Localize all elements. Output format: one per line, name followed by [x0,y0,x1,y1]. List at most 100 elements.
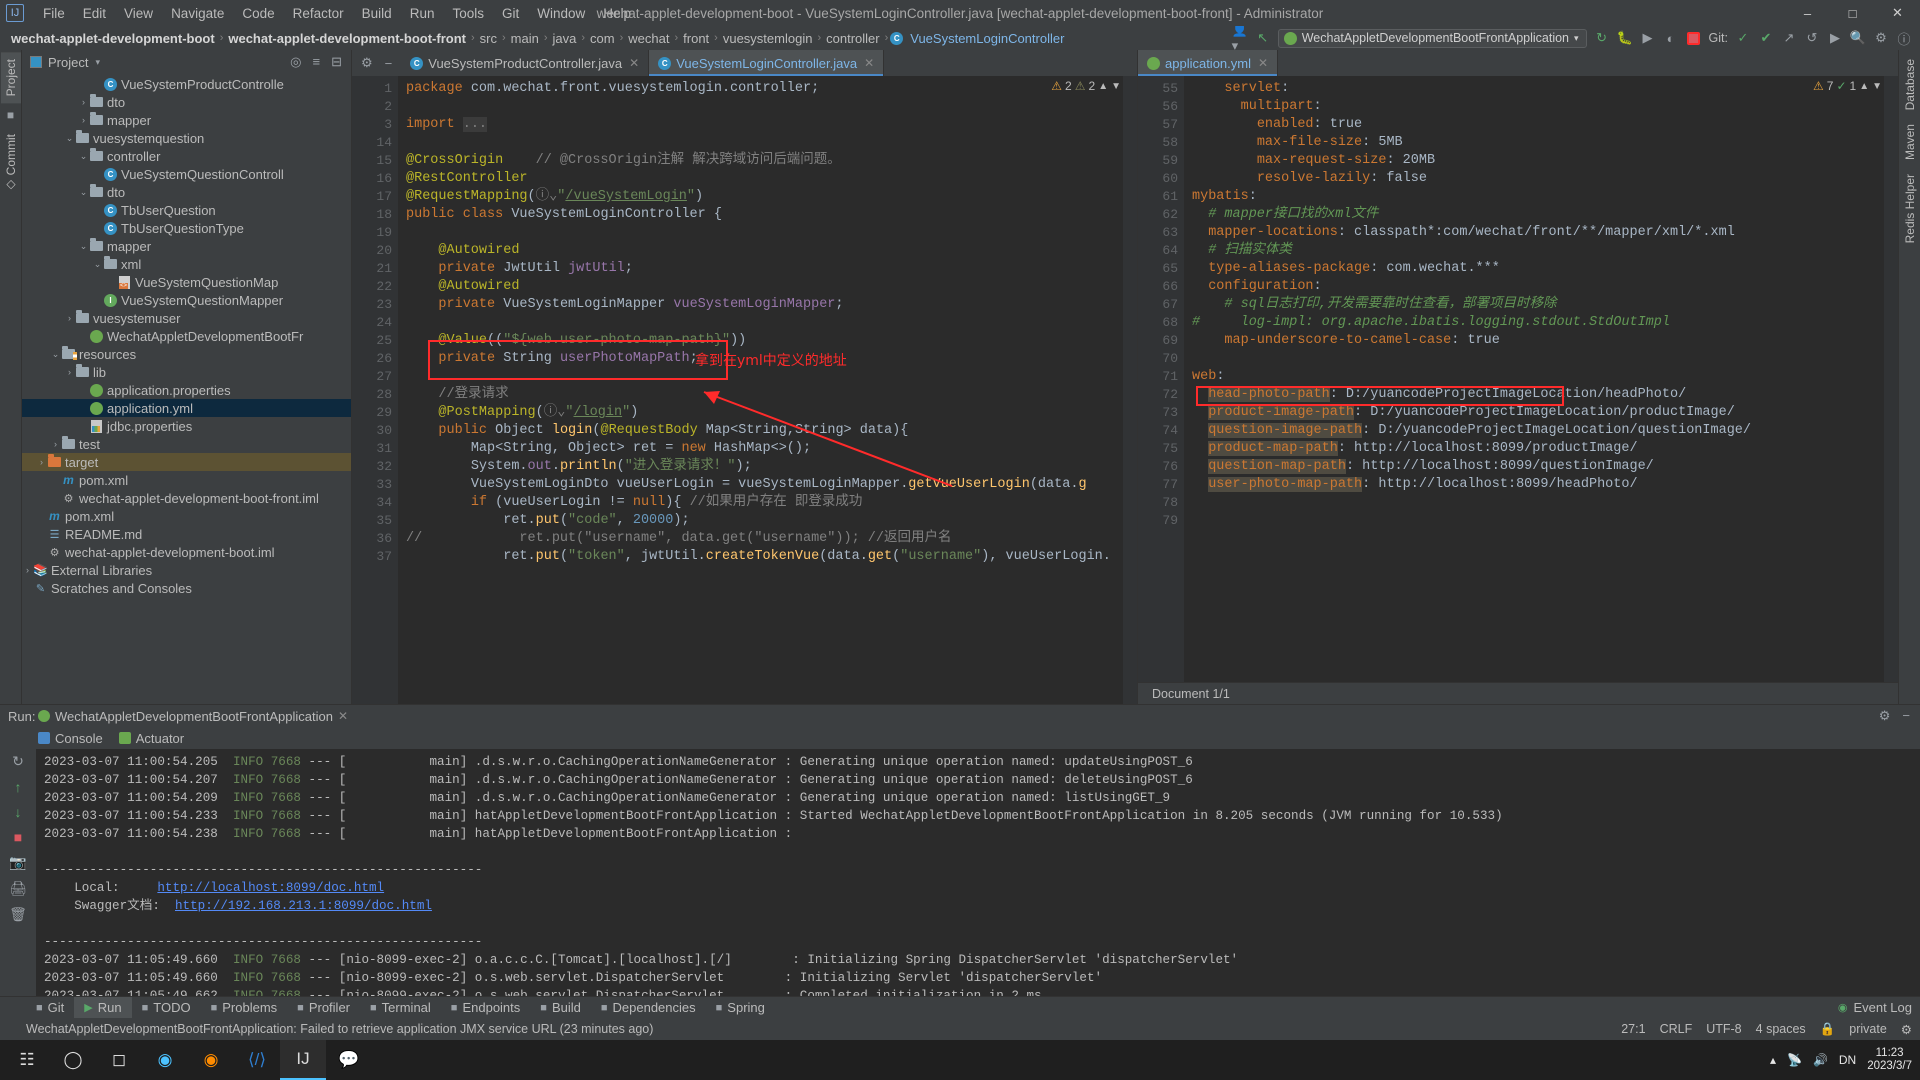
indent-setting[interactable]: 4 spaces [1756,1022,1806,1036]
minimize-button[interactable]: – [1785,0,1830,26]
expand-icon[interactable]: ⊟ [331,54,342,70]
git-push-icon[interactable]: ↗ [1781,30,1797,46]
run-configuration-selector[interactable]: WechatAppletDevelopmentBootFrontApplicat… [1277,28,1587,48]
rerun-icon[interactable]: ↻ [12,753,24,770]
tree-node[interactable]: C TbUserQuestionType [22,219,351,237]
lock-icon[interactable]: 🔒 [1820,1022,1836,1037]
volume-icon[interactable]: 🔊 [1813,1053,1828,1067]
camera-icon[interactable]: 📷 [9,854,26,871]
breadcrumb-item-front[interactable]: front [680,31,712,46]
editor-tab-vuesystemlogincontroller-java[interactable]: C VueSystemLoginController.java ✕ [649,50,885,76]
prev-problem-icon[interactable]: ▲ [1859,81,1869,92]
tree-node[interactable]: m pom.xml [22,507,351,525]
tree-expand-arrow-icon[interactable]: › [78,115,89,125]
tool-window-project[interactable]: Project [0,52,21,104]
bottom-tab-dependencies[interactable]: ■ Dependencies [591,997,706,1019]
back-arrow-icon[interactable]: ↖ [1255,30,1271,46]
bottom-tab-git[interactable]: ■ Git [26,997,74,1019]
tree-node[interactable]: ⌄ mapper [22,237,351,255]
prev-problem-icon[interactable]: ▲ [1098,81,1108,92]
tree-node[interactable]: ⚙ wechat-applet-development-boot-front.im… [22,489,351,507]
tree-node[interactable]: I VueSystemQuestionMapper [22,291,351,309]
clock[interactable]: 11:23 2023/3/7 [1867,1047,1912,1073]
menu-item-file[interactable]: File [34,3,74,24]
gear-icon[interactable]: ⚙ [1879,708,1891,724]
minimize-icon[interactable]: − [1902,708,1910,724]
tree-node[interactable]: › target [22,453,351,471]
menu-item-refactor[interactable]: Refactor [284,3,353,24]
tree-node[interactable]: m pom.xml [22,471,351,489]
menu-item-navigate[interactable]: Navigate [162,3,233,24]
tree-expand-arrow-icon[interactable]: › [78,97,89,107]
file-encoding[interactable]: UTF-8 [1706,1022,1741,1036]
breadcrumb-item-vuesystemlogincontroller[interactable]: VueSystemLoginController [907,31,1067,46]
tree-node[interactable]: C VueSystemQuestionControll [22,165,351,183]
tree-expand-arrow-icon[interactable]: ⌄ [78,151,89,162]
java-gutter[interactable]: 1 2 3 14 15 16 17 18 19 20 21 22 23 24 25 26 27 28 29 30 31 3… [352,76,398,704]
show-hidden-icon[interactable]: ▴ [1770,1053,1776,1067]
tree-node[interactable]: › 📚 External Libraries [22,561,351,579]
bottom-tab-terminal[interactable]: ■ Terminal [360,997,441,1019]
profile-icon[interactable]: 👤▾ [1232,22,1248,53]
chevron-down-icon[interactable]: ▾ [95,57,100,68]
run-panel-config[interactable]: WechatAppletDevelopmentBootFrontApplicat… [38,709,348,724]
tree-expand-arrow-icon[interactable]: › [22,565,33,575]
clear-all-icon[interactable]: 🗑 [9,906,27,923]
next-problem-icon[interactable]: ▼ [1872,81,1882,92]
close-icon[interactable]: ✕ [864,56,874,70]
yaml-inspection-widget[interactable]: ⚠ 7 ✓ 1 ▲ ▼ [1813,79,1882,93]
search-icon[interactable]: 🔍 [1850,30,1866,46]
menu-item-git[interactable]: Git [493,3,528,24]
network-icon[interactable]: 📡 [1787,1053,1802,1067]
task-view-icon[interactable]: ◻ [96,1040,142,1080]
next-problem-icon[interactable]: ▼ [1111,81,1121,92]
profile-run-icon[interactable]: ◐ [1663,30,1679,46]
menu-item-edit[interactable]: Edit [74,3,115,24]
tree-expand-arrow-icon[interactable]: › [50,439,61,449]
close-button[interactable]: ✕ [1875,0,1920,26]
wechat-icon[interactable]: 💬 [326,1040,372,1080]
stop-icon[interactable] [1686,30,1702,46]
tree-node[interactable]: VueSystemQuestionMap [22,273,351,291]
breadcrumb-item-vuesystemlogin[interactable]: vuesystemlogin [720,31,816,46]
tree-expand-arrow-icon[interactable]: ⌄ [92,259,103,270]
idea-icon[interactable]: IJ [280,1040,326,1080]
git-update-icon[interactable]: ✓ [1735,30,1751,46]
settings-icon[interactable]: ⚙ [1873,30,1889,46]
breadcrumb-item-wechat[interactable]: wechat [625,31,672,46]
tree-expand-arrow-icon[interactable]: ⌄ [50,349,61,360]
run-tab-console[interactable]: Console [38,731,103,746]
breadcrumb-item-controller[interactable]: controller [823,31,882,46]
git-branch[interactable]: private [1849,1022,1887,1036]
tree-node[interactable]: C VueSystemProductControlle [22,75,351,93]
gear-icon[interactable]: ⚙ [361,55,373,71]
tool-window-maven[interactable]: Maven [1900,117,1920,167]
collapse-all-icon[interactable]: ≡ [313,54,321,70]
bottom-tab-run[interactable]: ▶ Run [74,996,132,1019]
tree-expand-arrow-icon[interactable]: › [64,367,75,377]
yaml-code-view[interactable]: 55 56 57 58 59 60 61 62 63 64 65 66 67 68 69 70 71 72 73 74… [1138,76,1898,682]
console-output[interactable]: 2023-03-07 11:00:54.205 INFO 7668 --- [ … [36,749,1920,996]
close-icon[interactable]: ✕ [629,56,639,70]
caret-position[interactable]: 27:1 [1621,1022,1645,1036]
tree-node[interactable]: ⌄ resources [22,345,351,363]
bottom-tab-build[interactable]: ■ Build [530,997,591,1019]
tree-expand-arrow-icon[interactable]: ⌄ [64,133,75,144]
yaml-gutter[interactable]: 55 56 57 58 59 60 61 62 63 64 65 66 67 68 69 70 71 72 73 74… [1138,76,1184,682]
tree-expand-arrow-icon[interactable]: › [36,457,47,467]
tree-node[interactable]: ⚙ wechat-applet-development-boot.iml [22,543,351,561]
tree-node[interactable]: › dto [22,93,351,111]
tree-node[interactable]: application.properties [22,381,351,399]
breadcrumb-item-main[interactable]: main [508,31,542,46]
project-tree[interactable]: C VueSystemProductControlle › dto › mapper ⌄ vu… [22,74,351,704]
tool-window-commit[interactable]: ◇ Commit [1,127,21,200]
menu-item-tools[interactable]: Tools [443,3,493,24]
tree-expand-arrow-icon[interactable]: ⌄ [78,187,89,198]
debug-icon[interactable]: 🐛 [1616,30,1632,46]
tree-expand-arrow-icon[interactable]: ⌄ [78,241,89,252]
folder-icon[interactable]: ■ [7,108,14,122]
tree-node[interactable]: ⌄ controller [22,147,351,165]
breadcrumb-item-wechat-applet-development-boot-front[interactable]: wechat-applet-development-boot-front [225,31,469,46]
java-inspection-gutter[interactable] [1123,76,1137,704]
ime-icon[interactable]: DN [1839,1053,1856,1067]
